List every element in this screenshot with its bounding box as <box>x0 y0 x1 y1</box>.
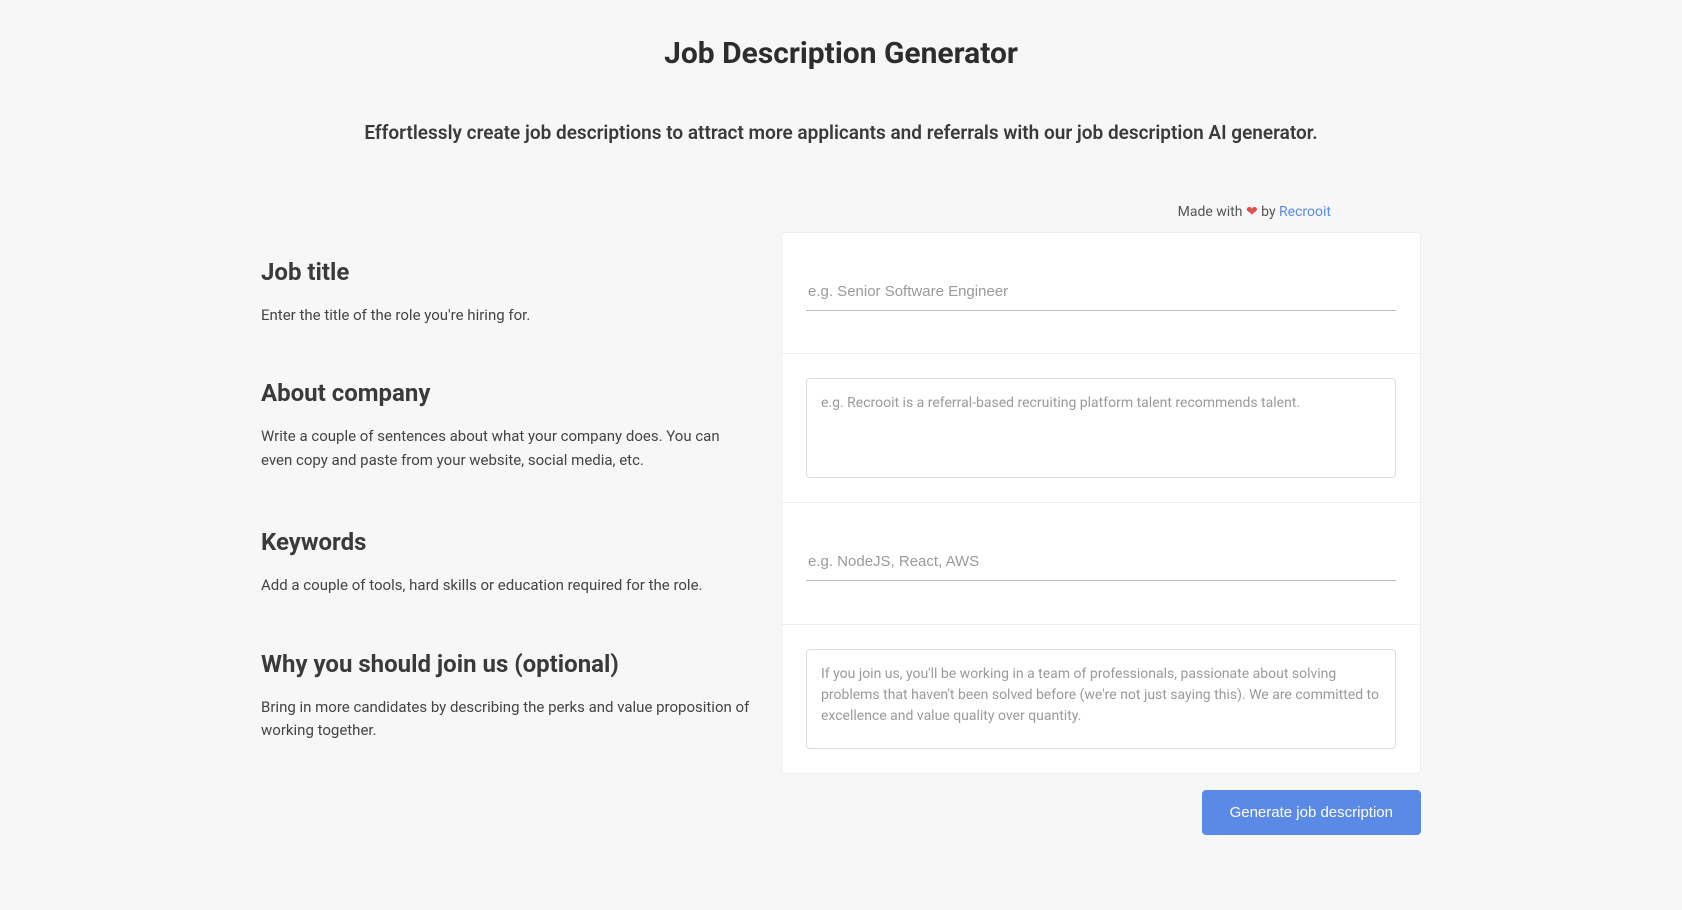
about-company-description: Write a couple of sentences about what y… <box>261 425 751 472</box>
row-why-join: Why you should join us (optional) Bring … <box>261 624 1421 774</box>
keywords-input[interactable] <box>806 543 1396 581</box>
why-join-heading: Why you should join us (optional) <box>261 650 751 678</box>
why-join-description: Bring in more candidates by describing t… <box>261 696 751 743</box>
attribution: Made with ❤ by Recrooit <box>261 204 1421 220</box>
why-join-textarea[interactable] <box>806 649 1396 749</box>
attribution-link[interactable]: Recrooit <box>1279 204 1331 220</box>
heart-icon: ❤ <box>1246 204 1258 220</box>
attribution-by: by <box>1258 204 1279 220</box>
job-title-description: Enter the title of the role you're hirin… <box>261 304 751 327</box>
page-subtitle: Effortlessly create job descriptions to … <box>261 121 1421 144</box>
page-title: Job Description Generator <box>261 36 1421 71</box>
about-company-textarea[interactable] <box>806 378 1396 478</box>
row-job-title: Job title Enter the title of the role yo… <box>261 232 1421 353</box>
row-keywords: Keywords Add a couple of tools, hard ski… <box>261 502 1421 623</box>
job-title-heading: Job title <box>261 258 751 286</box>
attribution-prefix: Made with <box>1178 204 1246 220</box>
form: Job title Enter the title of the role yo… <box>261 232 1421 774</box>
generate-button[interactable]: Generate job description <box>1202 790 1421 835</box>
about-company-heading: About company <box>261 379 751 407</box>
job-title-input[interactable] <box>806 273 1396 311</box>
row-about-company: About company Write a couple of sentence… <box>261 353 1421 502</box>
keywords-heading: Keywords <box>261 528 751 556</box>
keywords-description: Add a couple of tools, hard skills or ed… <box>261 574 751 597</box>
